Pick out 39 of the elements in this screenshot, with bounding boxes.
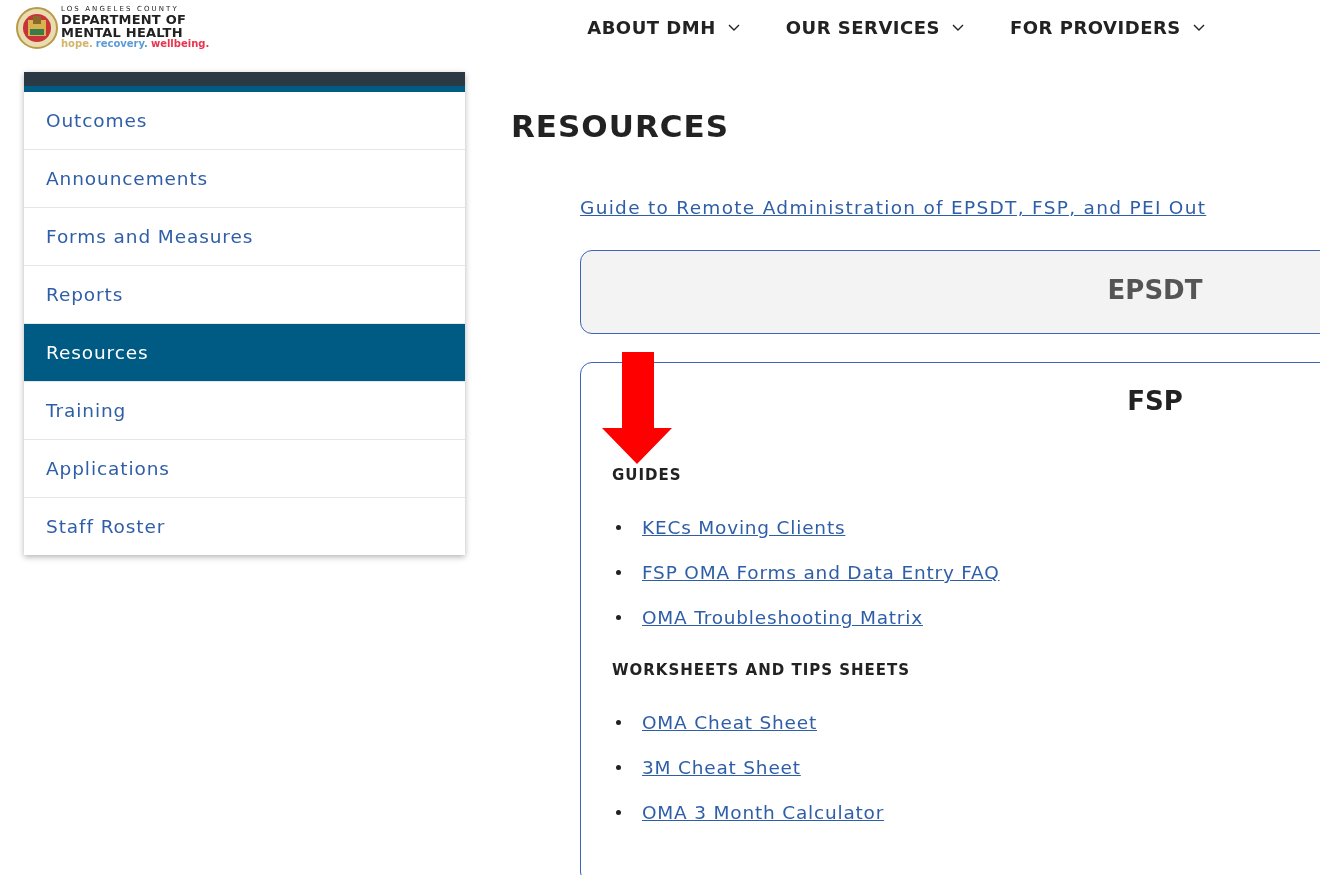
panel-title: EPSDT	[1106, 275, 1204, 305]
bullet-icon	[616, 615, 621, 620]
chevron-down-icon	[1192, 23, 1205, 32]
sidebar-item[interactable]: Training	[24, 382, 465, 440]
page-title: RESOURCES	[511, 108, 731, 144]
document-link[interactable]: Guide to Remote Administration of EPSDT, FSP, and PEI Out	[580, 197, 1320, 218]
nav-menu-item[interactable]: ABOUT DMH	[587, 17, 740, 38]
document-link[interactable]: KECs Moving Clients	[642, 517, 846, 538]
sidebar-item[interactable]: Staff Roster	[24, 498, 465, 555]
chevron-down-icon	[727, 23, 740, 32]
nav-menu-item[interactable]: OUR SERVICES	[785, 17, 964, 38]
bullet-icon	[616, 525, 621, 530]
sidebar-item[interactable]: Resources	[24, 324, 465, 382]
sidebar-item[interactable]: Announcements	[24, 150, 465, 208]
section-heading: GUIDES	[612, 466, 683, 484]
accordion-panel[interactable]: EPSDT	[580, 250, 1320, 334]
bullet-icon	[616, 720, 621, 725]
chevron-down-icon	[952, 23, 964, 32]
accordion-panel[interactable]: FSP GUIDES KECs Moving Clients FSP OMA Forms and Data Entry FAQ OMA Troubleshooting Matrix WORKSHEETS AND TIPS SHEETS OMA Cheat Sheet 3M Cheat Sheet OMA 3 Month Calculator	[580, 362, 1320, 875]
tagline-word: recovery.	[95, 39, 148, 49]
section-heading: WORKSHEETS AND TIPS SHEETS	[612, 661, 912, 679]
nav-menu-item[interactable]: FOR PROVIDERS	[1010, 17, 1205, 38]
sidebar-item[interactable]: Forms and Measures	[24, 208, 465, 266]
department-name: DEPARTMENT OF	[61, 13, 187, 26]
tagline-word: hope.	[61, 39, 93, 49]
document-link[interactable]: 3M Cheat Sheet	[642, 757, 801, 778]
tagline-word: wellbeing.	[150, 39, 210, 49]
document-link[interactable]: OMA Troubleshooting Matrix	[642, 607, 923, 628]
document-link[interactable]: FSP OMA Forms and Data Entry FAQ	[642, 562, 1000, 583]
bullet-icon	[616, 570, 621, 575]
department-name: MENTAL HEALTH	[61, 26, 183, 39]
sidebar-item[interactable]: Outcomes	[24, 92, 465, 150]
bullet-icon	[616, 810, 621, 815]
panel-title: FSP	[1126, 386, 1184, 416]
document-link[interactable]: OMA 3 Month Calculator	[642, 802, 885, 823]
sidebar-item[interactable]: Applications	[24, 440, 465, 498]
seal-icon	[16, 6, 58, 49]
bullet-icon	[616, 765, 621, 770]
document-link[interactable]: OMA Cheat Sheet	[642, 712, 818, 733]
